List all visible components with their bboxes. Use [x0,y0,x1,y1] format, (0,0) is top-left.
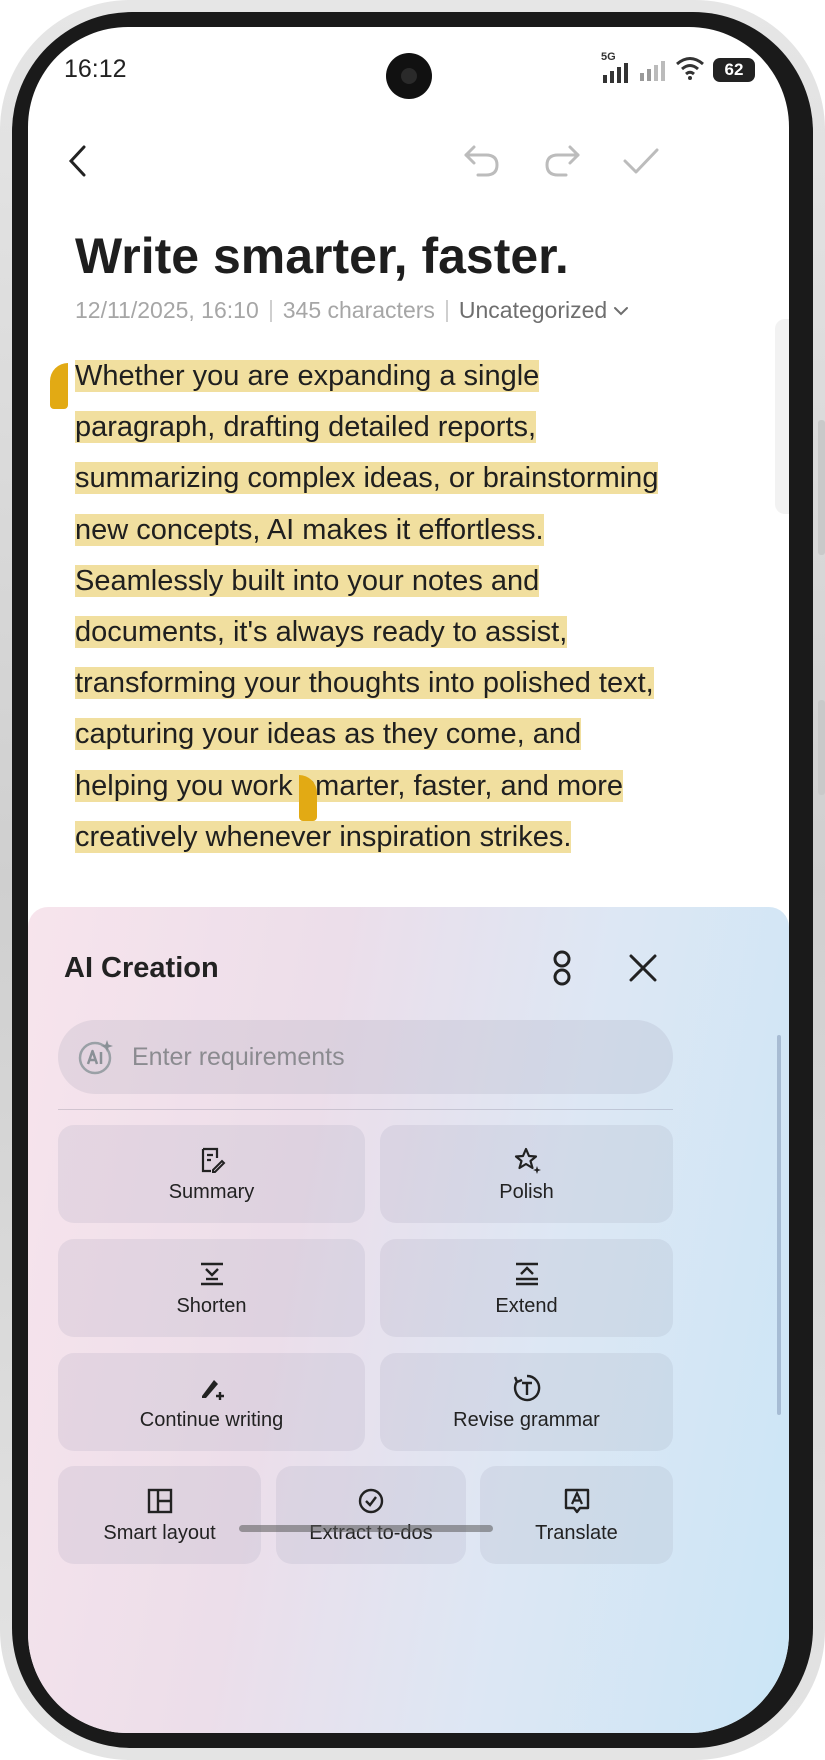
selection-start-handle[interactable] [50,363,68,409]
selected-text: Whether you are expanding a single parag… [75,360,659,853]
undo-icon [464,145,499,177]
requirements-input-field[interactable] [58,1020,673,1094]
signal-icon [639,53,667,88]
translate-label: Translate [535,1521,618,1544]
category-label: Uncategorized [458,297,608,323]
chevron-down-icon [614,306,629,315]
status-bar: 16:12 5G 62 [28,27,789,117]
close-panel-button[interactable] [616,941,670,995]
done-button[interactable] [615,135,667,187]
signal-5g-icon: 5G [601,51,631,85]
extend-button[interactable]: Extend [380,1239,673,1337]
smart-layout-label: Smart layout [103,1521,216,1544]
edge-panel-handle[interactable] [775,319,789,514]
shorten-icon [197,1259,227,1289]
continue-writing-icon [197,1373,227,1403]
requirements-input[interactable] [132,1042,612,1072]
battery-icon: 62 [713,58,755,82]
category-dropdown[interactable]: Uncategorized [459,297,629,324]
polish-icon [512,1145,542,1175]
summary-button[interactable]: Summary [58,1125,365,1223]
note-title[interactable]: Write smarter, faster. [75,227,569,285]
smart-layout-icon [145,1486,175,1516]
ai-creation-panel: AI Creation Enter requirements Summary P… [28,907,789,1733]
check-icon [623,148,659,174]
redo-button[interactable] [536,135,588,187]
translate-icon [562,1486,592,1516]
more-options-button[interactable] [535,941,589,995]
extract-todos-icon [356,1486,386,1516]
extend-icon [512,1259,542,1289]
close-icon [629,954,657,982]
undo-button[interactable] [456,135,508,187]
smart-layout-button[interactable]: Smart layout [58,1466,261,1564]
wifi-icon [675,55,705,86]
meta-divider [269,299,272,322]
shorten-button[interactable]: Shorten [58,1239,365,1337]
redo-icon [545,145,580,177]
more-options-icon [553,950,571,986]
panel-scrollbar[interactable] [777,1035,781,1415]
summary-icon [197,1145,227,1175]
volume-button [818,700,825,795]
revise-grammar-button[interactable]: Revise grammar [380,1353,673,1451]
clock: 16:12 [64,55,127,83]
home-indicator[interactable] [239,1525,493,1532]
note-date: 12/11/2025, 16:10 [75,297,259,323]
ai-panel-title: AI Creation [64,952,219,984]
continue-writing-label: Continue writing [139,1408,284,1431]
continue-writing-button[interactable]: Continue writing [58,1353,365,1451]
polish-button[interactable]: Polish [380,1125,673,1223]
summary-label: Summary [168,1180,255,1203]
char-count: 345 characters [282,297,435,323]
shorten-label: Shorten [176,1294,247,1317]
panel-divider [58,1109,673,1110]
screen: 16:12 5G 62 Write smarter, faster. 12/11… [28,27,789,1733]
chevron-left-icon [68,145,86,177]
note-meta: 12/11/2025, 16:10 345 characters Uncateg… [75,297,629,324]
polish-label: Polish [499,1180,554,1203]
front-camera [386,53,432,99]
revise-grammar-label: Revise grammar [453,1408,600,1431]
ai-sparkle-icon [76,1037,116,1077]
status-icons: 5G 62 [601,51,755,88]
back-button[interactable] [53,135,105,187]
translate-button[interactable]: Translate [480,1466,673,1564]
extract-todos-button[interactable]: Extract to-dos [276,1466,466,1564]
revise-grammar-icon [512,1373,542,1403]
meta-divider [445,299,448,322]
extend-label: Extend [495,1294,558,1317]
power-button [818,420,825,555]
note-body[interactable]: Whether you are expanding a single parag… [75,351,675,863]
